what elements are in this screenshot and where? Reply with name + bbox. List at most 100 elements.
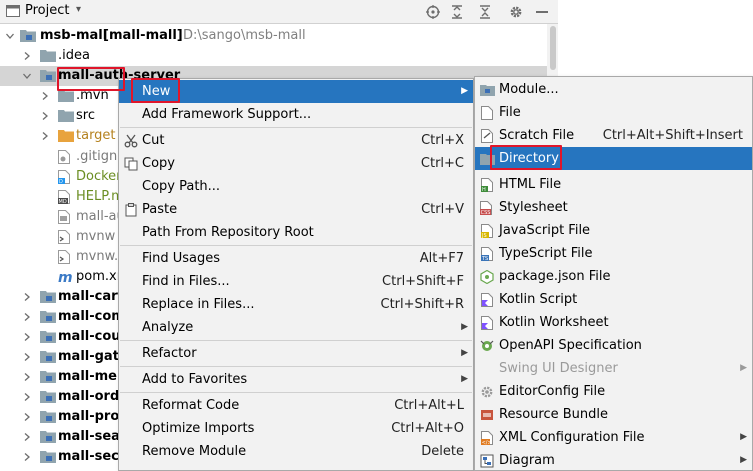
submenu-item-module[interactable]: Module... xyxy=(475,78,752,101)
menu-item-add-framework-support[interactable]: Add Framework Support... xyxy=(119,103,473,126)
menu-item-copy-path[interactable]: Copy Path... xyxy=(119,175,473,198)
chevron-right-icon[interactable] xyxy=(22,432,32,442)
chevron-right-icon[interactable] xyxy=(22,312,32,322)
maven-file-icon: m xyxy=(58,270,74,286)
menu-item-remove-module[interactable]: Remove Module Delete xyxy=(119,440,473,463)
chevron-right-icon[interactable] xyxy=(40,111,50,121)
chevron-right-icon[interactable] xyxy=(22,452,32,462)
menu-item-paste[interactable]: Paste Ctrl+V xyxy=(119,198,473,221)
chevron-down-icon[interactable] xyxy=(22,71,32,81)
submenu-item-file[interactable]: File xyxy=(475,101,752,124)
folder-icon xyxy=(58,89,74,103)
collapse-all-icon[interactable] xyxy=(476,3,494,21)
chevron-right-icon[interactable] xyxy=(22,292,32,302)
chevron-right-icon[interactable] xyxy=(40,131,50,141)
menu-item-path-from-repository-root[interactable]: Path From Repository Root xyxy=(119,221,473,244)
module-folder-icon xyxy=(40,350,56,364)
tree-item-label: mvnw xyxy=(76,229,116,244)
tree-item-label: mall-mer xyxy=(58,369,124,384)
javascript-file-icon: JS xyxy=(479,223,495,238)
project-panel-title[interactable]: Project xyxy=(25,3,69,18)
kotlin-script-icon xyxy=(479,292,495,307)
chevron-right-icon[interactable] xyxy=(22,412,32,422)
menu-item-optimize-imports[interactable]: Optimize Imports Ctrl+Alt+O xyxy=(119,417,473,440)
tree-item-label: mall-cou xyxy=(58,329,121,344)
menu-item-replace-in-files[interactable]: Replace in Files... Ctrl+Shift+R xyxy=(119,293,473,316)
locate-target-icon[interactable] xyxy=(424,3,442,21)
chevron-right-icon[interactable] xyxy=(22,332,32,342)
submenu-item-javascript-file[interactable]: JS JavaScript File xyxy=(475,219,752,242)
module-folder-icon xyxy=(40,410,56,424)
submenu-item-kotlin-script[interactable]: Kotlin Script xyxy=(475,288,752,311)
resource-bundle-icon xyxy=(479,407,495,422)
submenu-item-diagram[interactable]: Diagram ▶ xyxy=(475,449,752,471)
menu-separator xyxy=(120,340,472,341)
module-folder-icon xyxy=(40,390,56,404)
menu-item-add-to-favorites[interactable]: Add to Favorites ▶ xyxy=(119,368,473,391)
menu-item-find-usages[interactable]: Find Usages Alt+F7 xyxy=(119,247,473,270)
xml-file-icon: </> xyxy=(479,430,495,445)
menu-item-cut[interactable]: Cut Ctrl+X xyxy=(119,129,473,152)
chevron-right-icon[interactable] xyxy=(22,392,32,402)
hide-panel-icon[interactable] xyxy=(533,3,551,21)
menu-separator xyxy=(120,245,472,246)
menu-item-analyze[interactable]: Analyze ▶ xyxy=(119,316,473,339)
css-file-icon: CSS xyxy=(479,200,495,215)
expand-all-icon[interactable] xyxy=(448,3,466,21)
chevron-down-icon[interactable] xyxy=(5,31,15,41)
new-submenu: Module... File Scratch File Ctrl+Alt+Shi… xyxy=(474,76,753,471)
mvnw-file-icon xyxy=(58,230,74,244)
menu-separator xyxy=(120,366,472,367)
submenu-arrow-icon: ▶ xyxy=(740,455,747,465)
submenu-item-openapi-specification[interactable]: OpenAPI Specification xyxy=(475,334,752,357)
svg-text:MD: MD xyxy=(59,199,67,204)
submenu-item-typescript-file[interactable]: TS TypeScript File xyxy=(475,242,752,265)
chevron-right-icon[interactable] xyxy=(40,91,50,101)
submenu-item-editorconfig-file[interactable]: EditorConfig File xyxy=(475,380,752,403)
typescript-file-icon: TS xyxy=(479,246,495,261)
gear-icon[interactable] xyxy=(507,3,525,21)
md-file-icon: MD xyxy=(58,190,74,205)
folder-icon xyxy=(58,109,74,123)
annotation-box-mall-auth-server xyxy=(57,67,125,91)
submenu-item-stylesheet[interactable]: CSS Stylesheet xyxy=(475,196,752,219)
module-folder-icon xyxy=(40,330,56,344)
chevron-right-icon[interactable] xyxy=(22,352,32,362)
docker-file-icon: D xyxy=(58,170,74,185)
tree-item-label: mvnw. xyxy=(76,249,119,264)
svg-text:D: D xyxy=(59,179,63,184)
menu-item-refactor[interactable]: Refactor ▶ xyxy=(119,342,473,365)
module-folder-icon xyxy=(20,29,36,43)
tree-row[interactable]: .idea xyxy=(0,46,547,66)
chevron-right-icon[interactable] xyxy=(22,51,32,61)
submenu-item-html-file[interactable]: H HTML File xyxy=(475,173,752,196)
menu-item-find-in-files[interactable]: Find in Files... Ctrl+Shift+F xyxy=(119,270,473,293)
submenu-item-swing-ui-designer: Swing UI Designer ▶ xyxy=(475,357,752,380)
tree-item-label: mall-pro xyxy=(58,409,120,424)
mvnw-file-icon xyxy=(58,250,74,264)
submenu-item-scratch-file[interactable]: Scratch File Ctrl+Alt+Shift+Insert xyxy=(475,124,752,147)
tree-scrollbar-thumb[interactable] xyxy=(550,26,556,70)
svg-text:H: H xyxy=(482,187,486,192)
tree-item-label: msb-mall xyxy=(40,28,108,43)
iml-file-icon xyxy=(58,210,74,224)
chevron-right-icon[interactable] xyxy=(22,372,32,382)
tree-row[interactable]: msb-mall [mall-mall] D:\sango\msb-mall xyxy=(0,26,547,46)
copy-icon xyxy=(123,156,139,171)
svg-text:</>: </> xyxy=(481,440,491,445)
module-folder-icon xyxy=(40,69,56,83)
menu-separator xyxy=(120,127,472,128)
svg-text:m: m xyxy=(58,270,73,284)
project-view-dropdown-icon[interactable]: ▾ xyxy=(76,4,81,15)
submenu-item-resource-bundle[interactable]: Resource Bundle xyxy=(475,403,752,426)
menu-item-copy[interactable]: Copy Ctrl+C xyxy=(119,152,473,175)
menu-item-reformat-code[interactable]: Reformat Code Ctrl+Alt+L xyxy=(119,394,473,417)
submenu-item-xml-configuration-file[interactable]: </> XML Configuration File ▶ xyxy=(475,426,752,449)
file-icon xyxy=(479,105,495,120)
annotation-box-new xyxy=(131,78,180,103)
submenu-item-package-json-file[interactable]: package.json File xyxy=(475,265,752,288)
submenu-arrow-icon: ▶ xyxy=(461,86,468,96)
paste-icon xyxy=(123,202,139,217)
tree-item-label: Docker xyxy=(76,169,122,184)
submenu-item-kotlin-worksheet[interactable]: Kotlin Worksheet xyxy=(475,311,752,334)
